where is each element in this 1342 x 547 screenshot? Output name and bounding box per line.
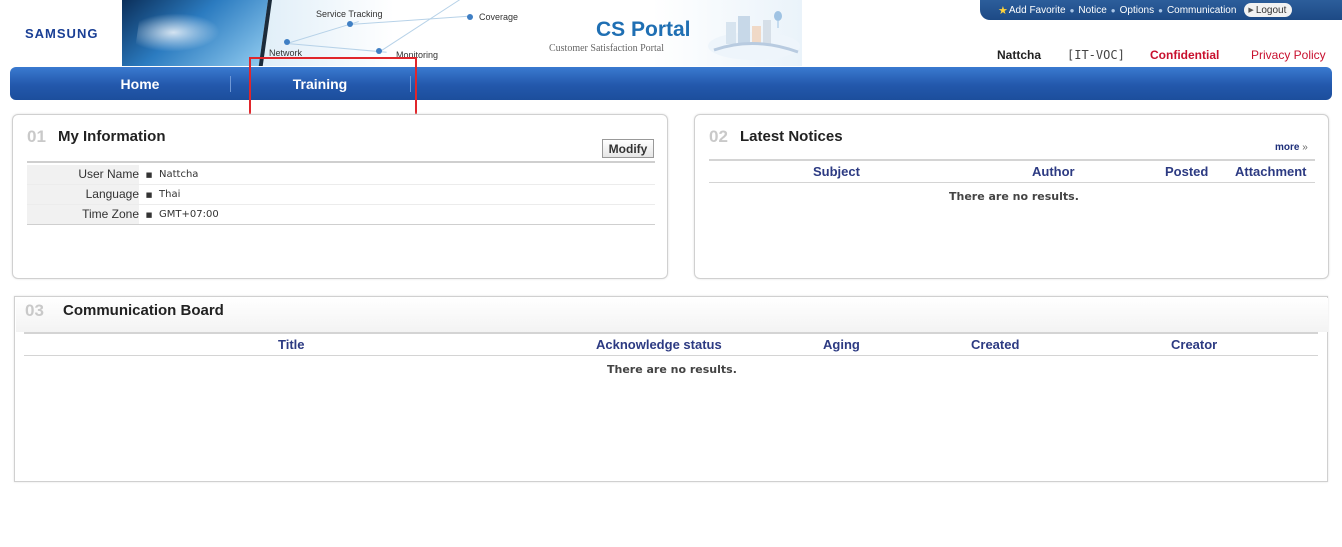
coverage-label: Coverage xyxy=(479,12,519,22)
main-nav-bar: Home Training xyxy=(10,67,1332,100)
city-illustration-icon xyxy=(708,11,800,60)
column-header-posted[interactable]: Posted xyxy=(1165,164,1208,179)
confidential-label: Confidential xyxy=(1150,48,1220,62)
info-value: Nattcha xyxy=(159,169,199,180)
play-arrow-icon: ▶ xyxy=(1248,7,1254,14)
bullet-icon: ■ xyxy=(145,170,153,179)
empty-results-text: There are no results. xyxy=(607,363,737,376)
page-header: SAMSUNG Service Tracking Coverage Networ… xyxy=(0,0,1342,66)
bullet-icon: ■ xyxy=(145,210,153,219)
divider xyxy=(27,161,655,163)
privacy-policy-link[interactable]: Privacy Policy xyxy=(1251,48,1326,62)
network-node-icon xyxy=(284,39,290,45)
info-value: GMT+07:00 xyxy=(159,209,219,220)
info-row-language: Language ■ Thai xyxy=(27,185,655,205)
column-header-creator[interactable]: Creator xyxy=(1171,337,1217,352)
communication-board-panel: 03 Communication Board Title Acknowledge… xyxy=(14,296,1328,482)
panel-title: Communication Board xyxy=(63,302,224,319)
info-row-user-name: User Name ■ Nattcha xyxy=(27,165,655,185)
service-tracking-label: Service Tracking xyxy=(316,9,383,19)
column-header-author[interactable]: Author xyxy=(1032,164,1075,179)
info-label: Language xyxy=(27,185,139,204)
network-node-icon xyxy=(467,14,473,20)
column-header-created[interactable]: Created xyxy=(971,337,1019,352)
info-label: User Name xyxy=(27,165,139,184)
notice-link[interactable]: Notice xyxy=(1078,5,1106,16)
double-chevron-right-icon: » xyxy=(1302,142,1308,153)
table-header-rule xyxy=(24,332,1318,334)
top-utility-links: ★ Add Favorite ● Notice ● Options ● Comm… xyxy=(980,0,1342,20)
info-row-time-zone: Time Zone ■ GMT+07:00 xyxy=(27,205,655,225)
table-header-rule xyxy=(709,182,1315,183)
column-header-title[interactable]: Title xyxy=(278,337,305,352)
samsung-logo[interactable]: SAMSUNG xyxy=(25,26,98,41)
network-node-icon xyxy=(347,21,353,27)
column-header-acknowledge-status[interactable]: Acknowledge status xyxy=(596,337,722,352)
panel-title: Latest Notices xyxy=(740,128,843,145)
panel-title: My Information xyxy=(58,128,166,145)
nav-divider xyxy=(230,76,231,92)
modify-button[interactable]: Modify xyxy=(602,139,654,158)
latest-notices-panel: 02 Latest Notices more » Subject Author … xyxy=(694,114,1329,279)
info-label: Time Zone xyxy=(27,205,139,224)
portal-subtitle: Customer Satisfaction Portal xyxy=(549,43,664,54)
portal-title: CS Portal xyxy=(596,18,691,41)
portal-banner: Service Tracking Coverage Network Monito… xyxy=(122,0,802,66)
table-header-rule xyxy=(709,159,1315,161)
current-user-name: Nattcha xyxy=(997,48,1042,62)
more-link[interactable]: more » xyxy=(1275,142,1308,153)
column-header-aging[interactable]: Aging xyxy=(823,337,860,352)
column-header-subject[interactable]: Subject xyxy=(813,164,860,179)
star-icon: ★ xyxy=(998,4,1008,17)
empty-results-text: There are no results. xyxy=(949,190,1079,203)
logout-button[interactable]: ▶ Logout xyxy=(1244,3,1293,17)
add-favorite-link[interactable]: ★ Add Favorite xyxy=(998,4,1066,17)
my-information-panel: 01 My Information Modify User Name ■ Nat… xyxy=(12,114,668,279)
user-department: [IT-VOC] xyxy=(1067,48,1125,62)
panel-number: 01 xyxy=(27,127,46,146)
network-node-icon xyxy=(376,48,382,54)
panel-number: 03 xyxy=(25,301,44,320)
communication-link[interactable]: Communication xyxy=(1167,5,1236,16)
nav-home[interactable]: Home xyxy=(60,67,220,100)
table-header-rule xyxy=(24,355,1318,356)
divider xyxy=(27,224,655,225)
panel-number: 02 xyxy=(709,127,728,146)
bullet-icon: ■ xyxy=(145,190,153,199)
options-link[interactable]: Options xyxy=(1120,5,1154,16)
column-header-attachment[interactable]: Attachment xyxy=(1235,164,1307,179)
info-value: Thai xyxy=(159,189,181,200)
